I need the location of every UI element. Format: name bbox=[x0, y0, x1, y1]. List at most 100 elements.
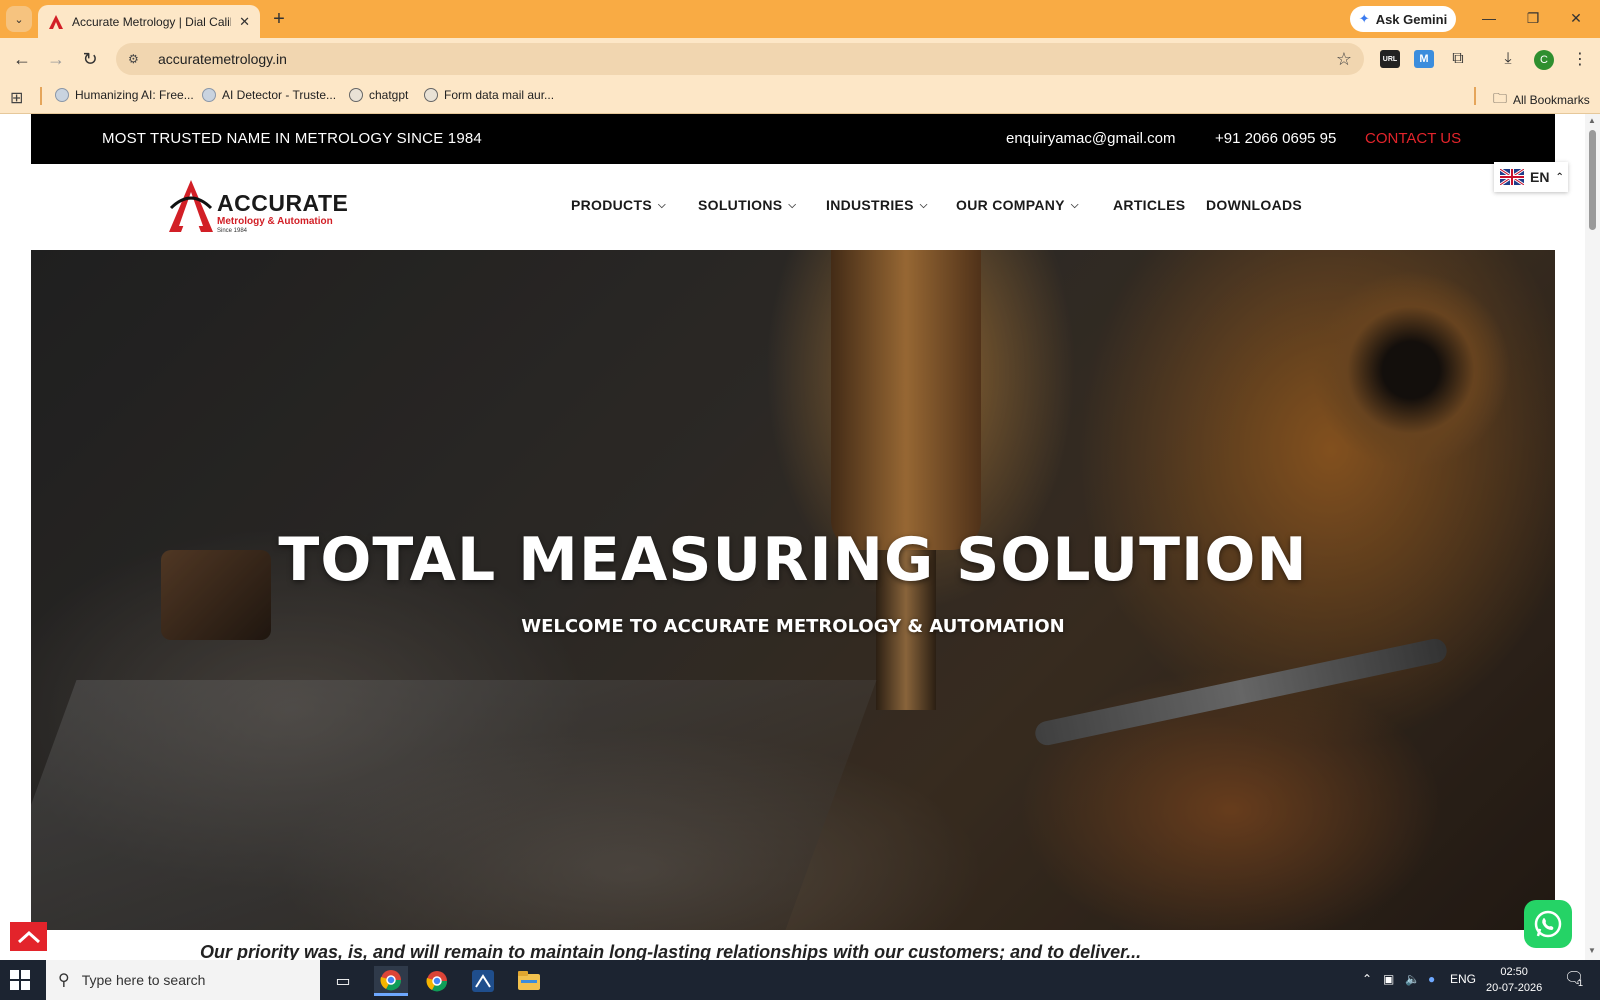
download-icon[interactable]: ⤓ bbox=[1498, 50, 1518, 68]
nav-label: INDUSTRIES bbox=[826, 197, 914, 213]
chatgpt-icon bbox=[349, 88, 363, 102]
nav-label: ARTICLES bbox=[1113, 197, 1186, 213]
taskbar-search-placeholder: Type here to search bbox=[81, 972, 206, 988]
bookmarks-bar: ⊞ Humanizing AI: Free... AI Detector - T… bbox=[0, 80, 1600, 114]
chrome-taskbar-icon-2[interactable] bbox=[420, 966, 454, 996]
scroll-up-arrow-icon[interactable]: ▲ bbox=[1588, 116, 1596, 125]
phone-link[interactable]: +91 2066 0695 95 bbox=[1215, 130, 1336, 147]
scroll-down-arrow-icon[interactable]: ▼ bbox=[1588, 946, 1596, 955]
url-text[interactable]: accuratemetrology.in bbox=[158, 51, 1336, 67]
chevron-up-icon[interactable]: ⌃ bbox=[1362, 972, 1372, 986]
nav-our-company[interactable]: OUR COMPANY ⌵ bbox=[956, 197, 1079, 213]
close-window-icon[interactable]: ✕ bbox=[1567, 10, 1585, 27]
scroll-to-top-button[interactable] bbox=[10, 922, 47, 951]
url-extension-icon[interactable]: URL bbox=[1380, 50, 1400, 68]
bookmark-separator bbox=[1474, 87, 1476, 105]
clock-time: 02:50 bbox=[1500, 966, 1528, 978]
folder-icon: 🗀 bbox=[1493, 90, 1507, 106]
chevron-down-icon: ⌄ bbox=[14, 13, 24, 26]
chevron-down-icon: ⌵ bbox=[1070, 199, 1079, 211]
bookmark-chatgpt[interactable]: chatgpt bbox=[349, 88, 408, 102]
extensions-puzzle-icon[interactable]: ⧉ bbox=[1448, 50, 1468, 68]
bookmark-form-data[interactable]: Form data mail aur... bbox=[424, 88, 554, 102]
notification-center-icon[interactable]: 🗨 1 bbox=[1564, 968, 1584, 988]
website-viewport: MOST TRUSTED NAME IN METROLOGY SINCE 198… bbox=[0, 114, 1600, 960]
system-clock[interactable]: 02:50 20-07-2026 bbox=[1486, 964, 1542, 996]
new-tab-button[interactable]: + bbox=[268, 8, 290, 30]
nav-label: SOLUTIONS bbox=[698, 197, 783, 213]
ask-gemini-label: Ask Gemini bbox=[1375, 11, 1448, 27]
chevron-down-icon: ⌵ bbox=[657, 199, 666, 211]
bookmark-label: AI Detector - Truste... bbox=[222, 88, 337, 102]
nav-label: OUR COMPANY bbox=[956, 197, 1065, 213]
chrome-taskbar-icon[interactable] bbox=[374, 966, 408, 996]
input-language[interactable]: ENG bbox=[1450, 972, 1476, 986]
logo-wordmark: ACCURATE bbox=[217, 190, 349, 216]
bookmark-label: chatgpt bbox=[369, 88, 409, 102]
tagline: MOST TRUSTED NAME IN METROLOGY SINCE 198… bbox=[102, 130, 482, 147]
browser-tab-bar: ⌄ Accurate Metrology | Dial Calibr ✕ + ✦… bbox=[0, 0, 1600, 38]
contact-us-link[interactable]: CONTACT US bbox=[1365, 130, 1461, 147]
ask-gemini-button[interactable]: ✦ Ask Gemini bbox=[1350, 6, 1456, 32]
bookmark-ai-detector[interactable]: AI Detector - Truste... bbox=[202, 88, 336, 102]
scrollbar-thumb[interactable] bbox=[1589, 130, 1596, 230]
all-bookmarks-label: All Bookmarks bbox=[1513, 93, 1590, 107]
nav-solutions[interactable]: SOLUTIONS ⌵ bbox=[698, 197, 796, 213]
browser-tab-active[interactable]: Accurate Metrology | Dial Calibr ✕ bbox=[38, 5, 260, 38]
site-favicon-icon bbox=[49, 14, 63, 29]
back-arrow-icon[interactable]: ← bbox=[11, 48, 33, 70]
task-view-icon[interactable]: ▭ bbox=[326, 966, 360, 996]
logo-subtitle: Metrology & Automation bbox=[217, 216, 333, 227]
bookmark-label: Form data mail aur... bbox=[444, 88, 555, 102]
nav-articles[interactable]: ARTICLES bbox=[1113, 197, 1185, 213]
hero-subtitle: WELCOME TO ACCURATE METROLOGY & AUTOMATI… bbox=[521, 616, 1065, 637]
bookmark-humanizing-ai[interactable]: Humanizing AI: Free... bbox=[55, 88, 194, 102]
speaker-muted-icon[interactable]: 🔈 bbox=[1405, 972, 1420, 986]
nav-products[interactable]: PRODUCTS ⌵ bbox=[571, 197, 666, 213]
search-icon: ⚲ bbox=[58, 972, 70, 989]
file-explorer-icon[interactable] bbox=[512, 966, 546, 996]
tab-search-button[interactable]: ⌄ bbox=[6, 6, 32, 32]
address-bar[interactable]: ⚙ accuratemetrology.in ☆ bbox=[116, 43, 1364, 75]
clock-date: 20-07-2026 bbox=[1486, 982, 1543, 994]
gemini-sparkle-icon: ✦ bbox=[1358, 11, 1370, 26]
taskbar-search[interactable]: ⚲ Type here to search bbox=[46, 960, 320, 1000]
more-menu-icon[interactable]: ⋮ bbox=[1570, 50, 1590, 68]
site-settings-icon[interactable]: ⚙ bbox=[128, 52, 148, 66]
m-extension-icon[interactable]: M bbox=[1414, 50, 1434, 68]
bookmark-star-icon[interactable]: ☆ bbox=[1336, 49, 1352, 70]
profile-avatar[interactable]: C bbox=[1534, 50, 1554, 70]
nav-label: PRODUCTS bbox=[571, 197, 652, 213]
minimize-icon[interactable]: — bbox=[1480, 10, 1498, 26]
bookmark-label: Humanizing AI: Free... bbox=[75, 88, 194, 102]
nav-downloads[interactable]: DOWNLOADS bbox=[1206, 197, 1302, 213]
apps-grid-icon[interactable]: ⊞ bbox=[10, 88, 23, 108]
onedrive-icon[interactable]: ● bbox=[1428, 972, 1435, 986]
all-bookmarks-button[interactable]: 🗀 All Bookmarks bbox=[1493, 88, 1590, 112]
reload-icon[interactable]: ↻ bbox=[79, 48, 101, 70]
email-link[interactable]: enquiryamac@gmail.com bbox=[1006, 130, 1175, 147]
chevron-up-icon bbox=[17, 930, 40, 943]
chevron-up-icon: ⌃ bbox=[1555, 171, 1564, 183]
chevron-down-icon: ⌵ bbox=[788, 199, 797, 211]
restore-icon[interactable]: ❐ bbox=[1524, 10, 1542, 27]
chevron-down-icon: ⌵ bbox=[919, 199, 928, 211]
top-info-strip: MOST TRUSTED NAME IN METROLOGY SINCE 198… bbox=[31, 114, 1555, 164]
language-switcher[interactable]: EN ⌃ bbox=[1494, 162, 1568, 192]
vscode-taskbar-icon[interactable] bbox=[466, 966, 500, 996]
meet-now-icon[interactable]: ▣ bbox=[1383, 972, 1394, 986]
site-logo[interactable]: ACCURATE Metrology & Automation Since 19… bbox=[167, 178, 348, 236]
hero-banner: TOTAL MEASURING SOLUTION WELCOME TO ACCU… bbox=[31, 250, 1555, 930]
uk-flag-icon bbox=[1500, 169, 1524, 185]
chatgpt-icon bbox=[424, 88, 438, 102]
page-scrollbar[interactable]: ▲ ▼ bbox=[1585, 114, 1600, 960]
windows-start-icon[interactable] bbox=[10, 970, 30, 990]
whatsapp-button[interactable] bbox=[1524, 900, 1572, 948]
globe-icon bbox=[55, 88, 69, 102]
tab-close-icon[interactable]: ✕ bbox=[239, 14, 250, 30]
forward-arrow-icon[interactable]: → bbox=[45, 48, 67, 70]
bookmark-separator bbox=[40, 87, 42, 105]
nav-industries[interactable]: INDUSTRIES ⌵ bbox=[826, 197, 928, 213]
main-navigation: ACCURATE Metrology & Automation Since 19… bbox=[31, 164, 1555, 250]
language-label: EN bbox=[1530, 169, 1550, 185]
